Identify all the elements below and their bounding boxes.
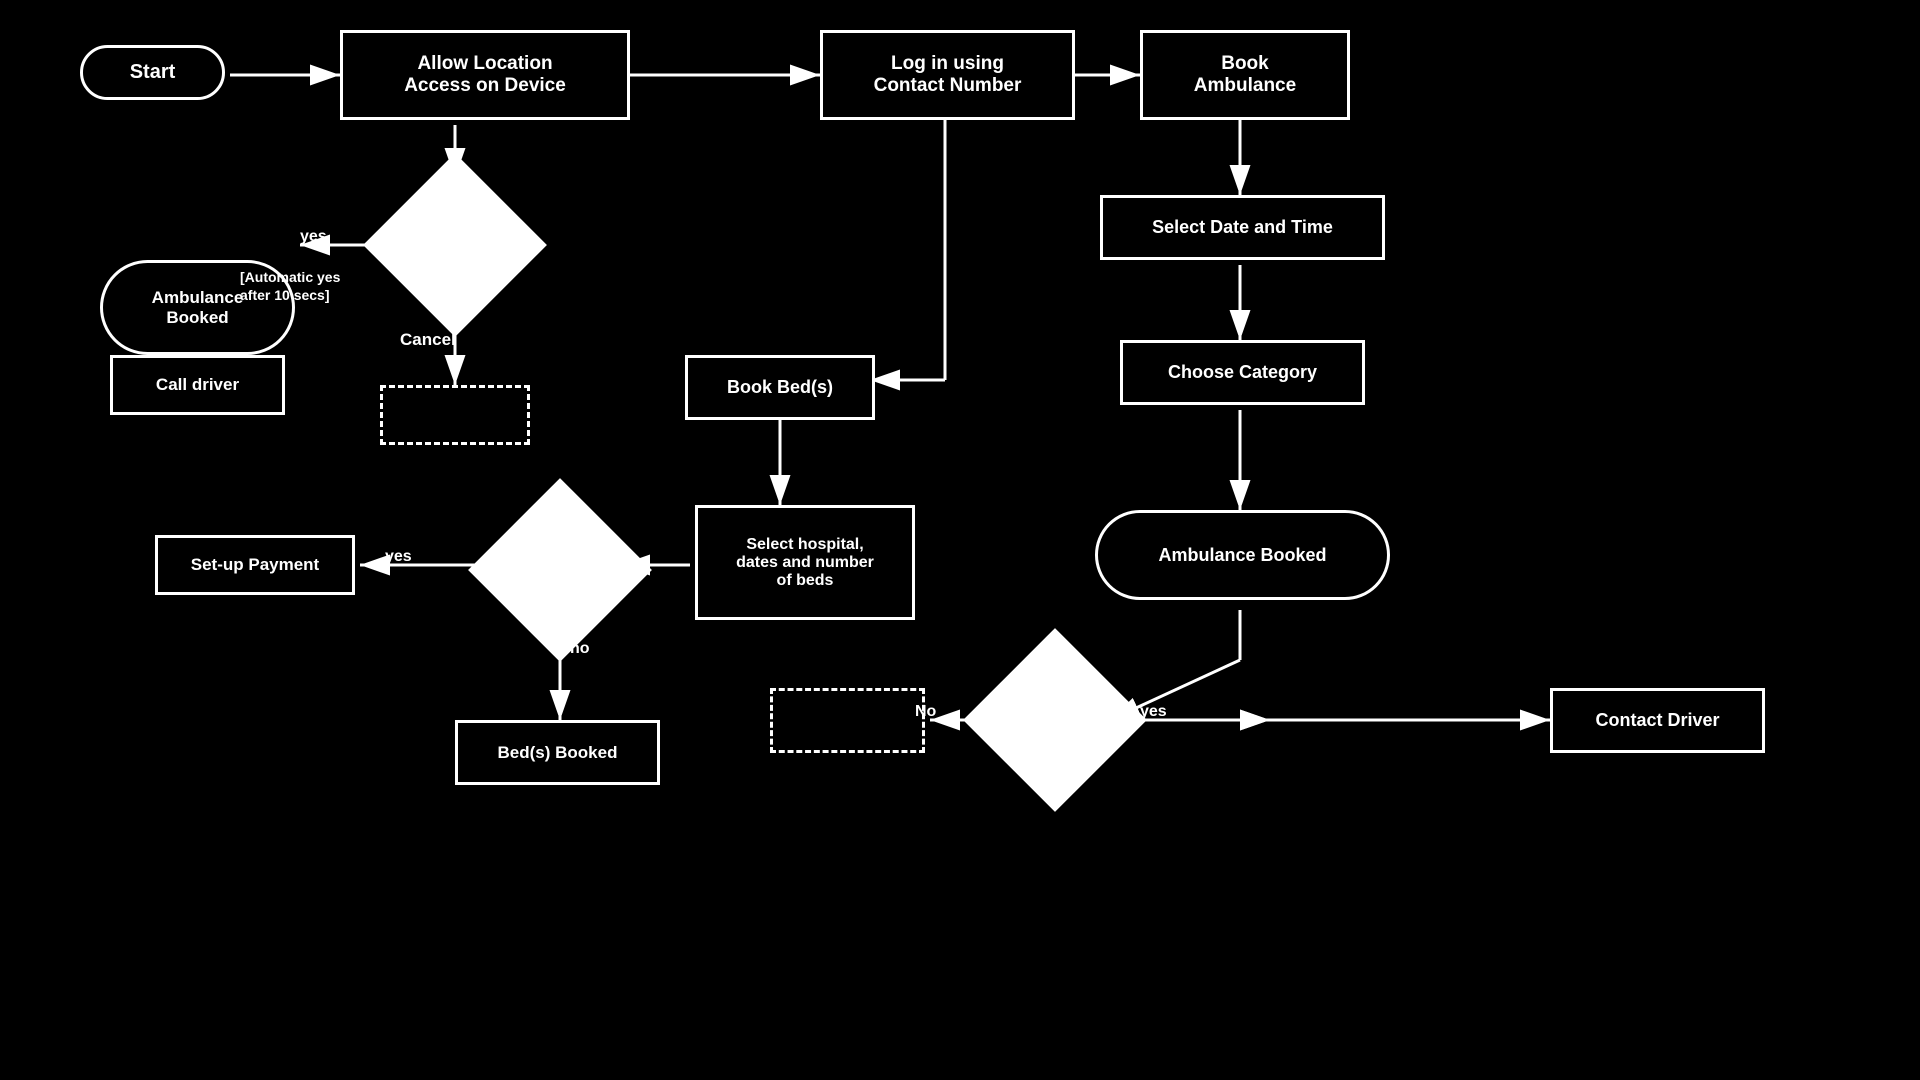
allow-location-node: Allow Location Access on Device [340, 30, 630, 120]
dashed-box-1 [380, 385, 530, 445]
yes-label-3: yes [1140, 703, 1167, 721]
dashed-box-2 [770, 688, 925, 753]
login-node: Log in using Contact Number [820, 30, 1075, 120]
yes-label-2: yes [385, 548, 412, 566]
book-ambulance-label: Book Ambulance [1194, 53, 1296, 97]
select-hospital-node: Select hospital, dates and number of bed… [695, 505, 915, 620]
choose-category-node: Choose Category [1120, 340, 1365, 405]
start-label: Start [130, 61, 176, 84]
setup-payment-label: Set-up Payment [191, 555, 319, 575]
call-driver-label: Call driver [156, 375, 239, 395]
cancel-label: Cancel [400, 330, 456, 350]
select-date-label: Select Date and Time [1152, 217, 1333, 238]
book-ambulance-node: Book Ambulance [1140, 30, 1350, 120]
allow-location-label: Allow Location Access on Device [404, 53, 566, 97]
yes-label-1: yes [300, 228, 327, 246]
no-label-2: No [915, 703, 936, 721]
beds-booked-node: Bed(s) Booked [455, 720, 660, 785]
select-date-node: Select Date and Time [1100, 195, 1385, 260]
setup-payment-node: Set-up Payment [155, 535, 355, 595]
contact-driver-node: Contact Driver [1550, 688, 1765, 753]
choose-category-label: Choose Category [1168, 362, 1317, 383]
start-node: Start [80, 45, 225, 100]
no-label: no [570, 640, 590, 658]
flowchart: Start Allow Location Access on Device Lo… [0, 0, 1920, 1080]
ambulance-booked-left-label: Ambulance Booked [152, 288, 244, 328]
auto-yes-label: [Automatic yesafter 10 secs] [240, 268, 340, 304]
beds-booked-label: Bed(s) Booked [498, 743, 618, 763]
select-hospital-label: Select hospital, dates and number of bed… [736, 536, 874, 590]
book-beds-node: Book Bed(s) [685, 355, 875, 420]
call-driver-node: Call driver [110, 355, 285, 415]
ambulance-booked-right-label: Ambulance Booked [1158, 545, 1326, 566]
ambulance-booked-right-node: Ambulance Booked [1095, 510, 1390, 600]
login-label: Log in using Contact Number [874, 53, 1022, 97]
book-beds-label: Book Bed(s) [727, 377, 833, 398]
contact-driver-label: Contact Driver [1595, 710, 1719, 731]
